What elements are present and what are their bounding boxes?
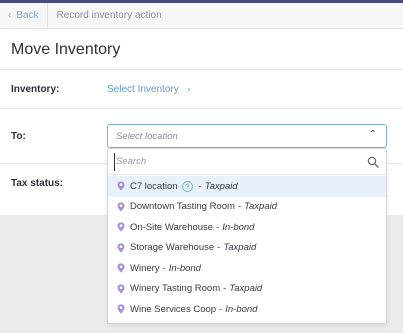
help-icon[interactable]: ? — [181, 180, 193, 192]
to-label: To: — [11, 131, 26, 142]
location-option-status: In-bond — [225, 303, 258, 315]
option-separator: - — [162, 262, 166, 274]
dropdown-search-row — [108, 149, 386, 175]
select-inventory-link[interactable]: Select Inventory › — [107, 84, 191, 95]
location-option-name: Wine Services Coop — [130, 303, 217, 315]
breadcrumb-current: Record inventory action — [56, 10, 162, 21]
location-option-status: Taxpaid — [229, 283, 263, 295]
back-label: Back — [16, 10, 39, 21]
chevron-up-icon: ⌃ — [368, 129, 377, 140]
option-separator: - — [223, 283, 227, 295]
location-option-status: Taxpaid — [244, 201, 278, 213]
location-option-name: Downtown Tasting Room — [130, 201, 235, 213]
location-option-name: Storage Warehouse — [130, 242, 215, 254]
option-separator: - — [219, 303, 223, 315]
option-separator: - — [216, 221, 220, 233]
chevron-left-icon: ‹ — [8, 10, 12, 21]
option-separator: - — [217, 242, 221, 254]
search-input[interactable] — [114, 152, 354, 171]
location-option-name: C7 location — [130, 180, 178, 192]
location-option[interactable]: Wine Services Coop - In-bond — [108, 299, 386, 320]
location-pin-icon — [117, 202, 125, 212]
location-pin-icon — [117, 263, 125, 273]
location-dropdown: C7 location?-TaxpaidDowntown Tasting Roo… — [107, 148, 387, 324]
location-option-name: Winery Tasting Room — [130, 283, 221, 295]
location-option[interactable]: Winery Tasting Room - Taxpaid — [108, 279, 386, 300]
location-select[interactable]: Select location ⌃ — [107, 124, 387, 148]
location-pin-icon — [117, 304, 125, 314]
inventory-divider — [0, 108, 403, 109]
location-option-status: In-bond — [168, 262, 201, 274]
location-select-placeholder: Select location — [116, 130, 178, 142]
back-button[interactable]: ‹ Back — [0, 3, 48, 28]
breadcrumb: ‹ Back Record inventory action — [0, 3, 403, 29]
title-divider — [0, 69, 403, 70]
select-inventory-text: Select Inventory — [107, 84, 179, 95]
option-separator: - — [198, 180, 202, 192]
page-title: Move Inventory — [11, 41, 121, 58]
location-option-status: Taxpaid — [204, 180, 238, 192]
search-icon — [367, 156, 379, 168]
location-pin-icon — [117, 181, 125, 191]
chevron-right-icon: › — [187, 84, 191, 94]
location-option-status: Taxpaid — [223, 242, 257, 254]
location-option[interactable]: C7 location? - Taxpaid — [108, 176, 386, 197]
location-option[interactable]: Downtown Tasting Room - Taxpaid — [108, 197, 386, 218]
location-option[interactable]: Winery - In-bond — [108, 258, 386, 279]
location-option-status: In-bond — [222, 221, 255, 233]
tax-status-label: Tax status: — [11, 178, 64, 189]
location-option[interactable]: On-Site Warehouse - In-bond — [108, 217, 386, 238]
location-option-name: Winery — [130, 262, 160, 274]
location-pin-icon — [117, 222, 125, 232]
location-options-list: C7 location? - Taxpaid Downtown Tasting Roo… — [108, 176, 386, 320]
location-pin-icon — [117, 243, 125, 253]
inventory-label: Inventory: — [11, 84, 60, 95]
location-option[interactable]: Storage Warehouse - Taxpaid — [108, 238, 386, 259]
option-separator: - — [237, 201, 242, 213]
location-option-name: On-Site Warehouse — [130, 221, 214, 233]
location-pin-icon — [117, 284, 125, 294]
